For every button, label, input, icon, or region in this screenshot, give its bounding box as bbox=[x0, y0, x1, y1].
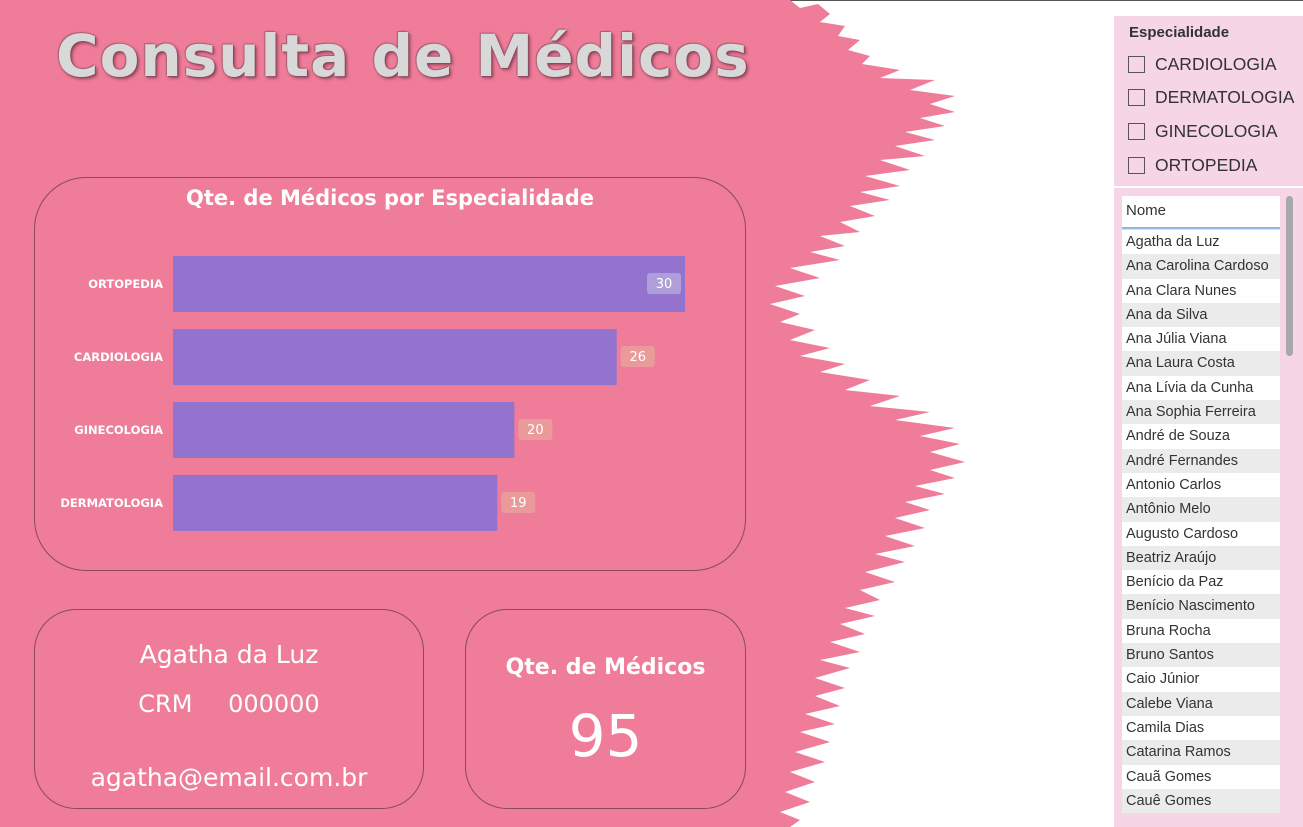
slicer-title: Especialidade bbox=[1129, 24, 1230, 41]
crm-label: CRM bbox=[138, 690, 193, 718]
bar-cardiologia[interactable] bbox=[173, 329, 617, 385]
doctor-crm: CRM 000000 bbox=[35, 690, 423, 718]
table-row[interactable]: Ana Clara Nunes bbox=[1122, 278, 1280, 303]
bar-ginecologia[interactable] bbox=[173, 402, 515, 458]
table-row[interactable]: André de Souza bbox=[1122, 424, 1280, 449]
category-label: DERMATOLOGIA bbox=[60, 496, 163, 510]
table-row[interactable]: Ana da Silva bbox=[1122, 302, 1280, 328]
table-row[interactable]: Beatriz Araújo bbox=[1122, 545, 1280, 571]
table-row[interactable]: Ana Carolina Cardoso bbox=[1122, 254, 1280, 279]
crm-value: 000000 bbox=[228, 690, 320, 718]
table-row[interactable]: Cauã Gomes bbox=[1122, 764, 1280, 789]
slicer-option-label: CARDIOLOGIA bbox=[1155, 53, 1277, 74]
slicer-option-label: GINECOLOGIA bbox=[1155, 120, 1278, 141]
names-table: Nome Agatha da Luz Ana Carolina Cardoso An… bbox=[1114, 188, 1303, 827]
count-label: Qte. de Médicos bbox=[505, 655, 706, 680]
bar-ortopedia[interactable] bbox=[173, 256, 685, 312]
checkbox-icon[interactable] bbox=[1128, 156, 1145, 174]
doctor-email: agatha@email.com.br bbox=[90, 763, 368, 792]
chart-panel: Qte. de Médicos por Especialidade ORTOPE… bbox=[34, 177, 746, 571]
bar-dermatologia[interactable] bbox=[173, 475, 498, 531]
table-row[interactable]: Benício Nascimento bbox=[1122, 594, 1280, 619]
scrollbar-thumb[interactable] bbox=[1286, 196, 1293, 356]
table-row[interactable]: Ana Lívia da Cunha bbox=[1122, 375, 1280, 401]
category-label: ORTOPEDIA bbox=[88, 277, 163, 291]
data-label: 30 bbox=[656, 277, 673, 292]
checkbox-icon[interactable] bbox=[1128, 122, 1145, 140]
category-label: GINECOLOGIA bbox=[74, 423, 163, 437]
specialty-slicer: Especialidade CARDIOLOGIA DERMATOLOGIA G… bbox=[1114, 16, 1303, 186]
doctor-card: Agatha da Luz CRM 000000 agatha@email.co… bbox=[34, 609, 424, 809]
table-row[interactable]: Calebe Viana bbox=[1122, 691, 1280, 716]
table-row[interactable]: Ana Júlia Viana bbox=[1122, 327, 1280, 352]
category-label: CARDIOLOGIA bbox=[74, 350, 163, 364]
table-row[interactable]: Antônio Melo bbox=[1122, 497, 1280, 522]
table-row[interactable]: Ana Sophia Ferreira bbox=[1122, 400, 1280, 425]
count-card: Qte. de Médicos 95 bbox=[465, 609, 746, 809]
table-row[interactable]: Benício da Paz bbox=[1122, 570, 1280, 595]
table-row[interactable]: Bruno Santos bbox=[1122, 643, 1280, 668]
table-row[interactable]: André Fernandes bbox=[1122, 448, 1280, 473]
table-row[interactable]: Agatha da Luz bbox=[1122, 230, 1280, 255]
table-row[interactable]: Catarina Ramos bbox=[1122, 740, 1280, 765]
slicer-option-ortopedia[interactable]: ORTOPEDIA bbox=[1128, 154, 1257, 176]
doctor-name: Agatha da Luz bbox=[139, 640, 319, 669]
data-label: 19 bbox=[510, 496, 527, 511]
names-rows: Agatha da Luz Ana Carolina Cardoso Ana Cla… bbox=[1122, 230, 1280, 814]
table-row[interactable]: Cauê Gomes bbox=[1122, 788, 1280, 814]
names-column-header[interactable]: Nome bbox=[1122, 196, 1280, 229]
count-value: 95 bbox=[568, 702, 643, 770]
checkbox-icon[interactable] bbox=[1128, 55, 1145, 73]
data-label: 26 bbox=[629, 350, 646, 365]
slicer-option-ginecologia[interactable]: GINECOLOGIA bbox=[1128, 120, 1278, 142]
slicer-option-dermatologia[interactable]: DERMATOLOGIA bbox=[1128, 86, 1294, 108]
data-label: 20 bbox=[527, 423, 544, 438]
table-row[interactable]: Ana Laura Costa bbox=[1122, 351, 1280, 376]
slicer-option-label: DERMATOLOGIA bbox=[1155, 86, 1295, 107]
table-row[interactable]: Caio Júnior bbox=[1122, 667, 1280, 692]
column-header-label: Nome bbox=[1126, 202, 1167, 219]
table-row[interactable]: Camila Dias bbox=[1122, 715, 1280, 741]
table-row[interactable]: Antonio Carlos bbox=[1122, 472, 1280, 498]
table-row[interactable]: Augusto Cardoso bbox=[1122, 521, 1280, 546]
slicer-option-cardiologia[interactable]: CARDIOLOGIA bbox=[1128, 53, 1277, 75]
page-title: Consulta de Médicos bbox=[56, 22, 750, 90]
slicer-option-label: ORTOPEDIA bbox=[1155, 154, 1258, 175]
table-row[interactable]: Bruna Rocha bbox=[1122, 618, 1280, 644]
checkbox-icon[interactable] bbox=[1128, 88, 1145, 106]
bar-chart: ORTOPEDIA 30 CARDIOLOGIA 26 GINECOLOGIA 20 DER… bbox=[60, 256, 685, 531]
